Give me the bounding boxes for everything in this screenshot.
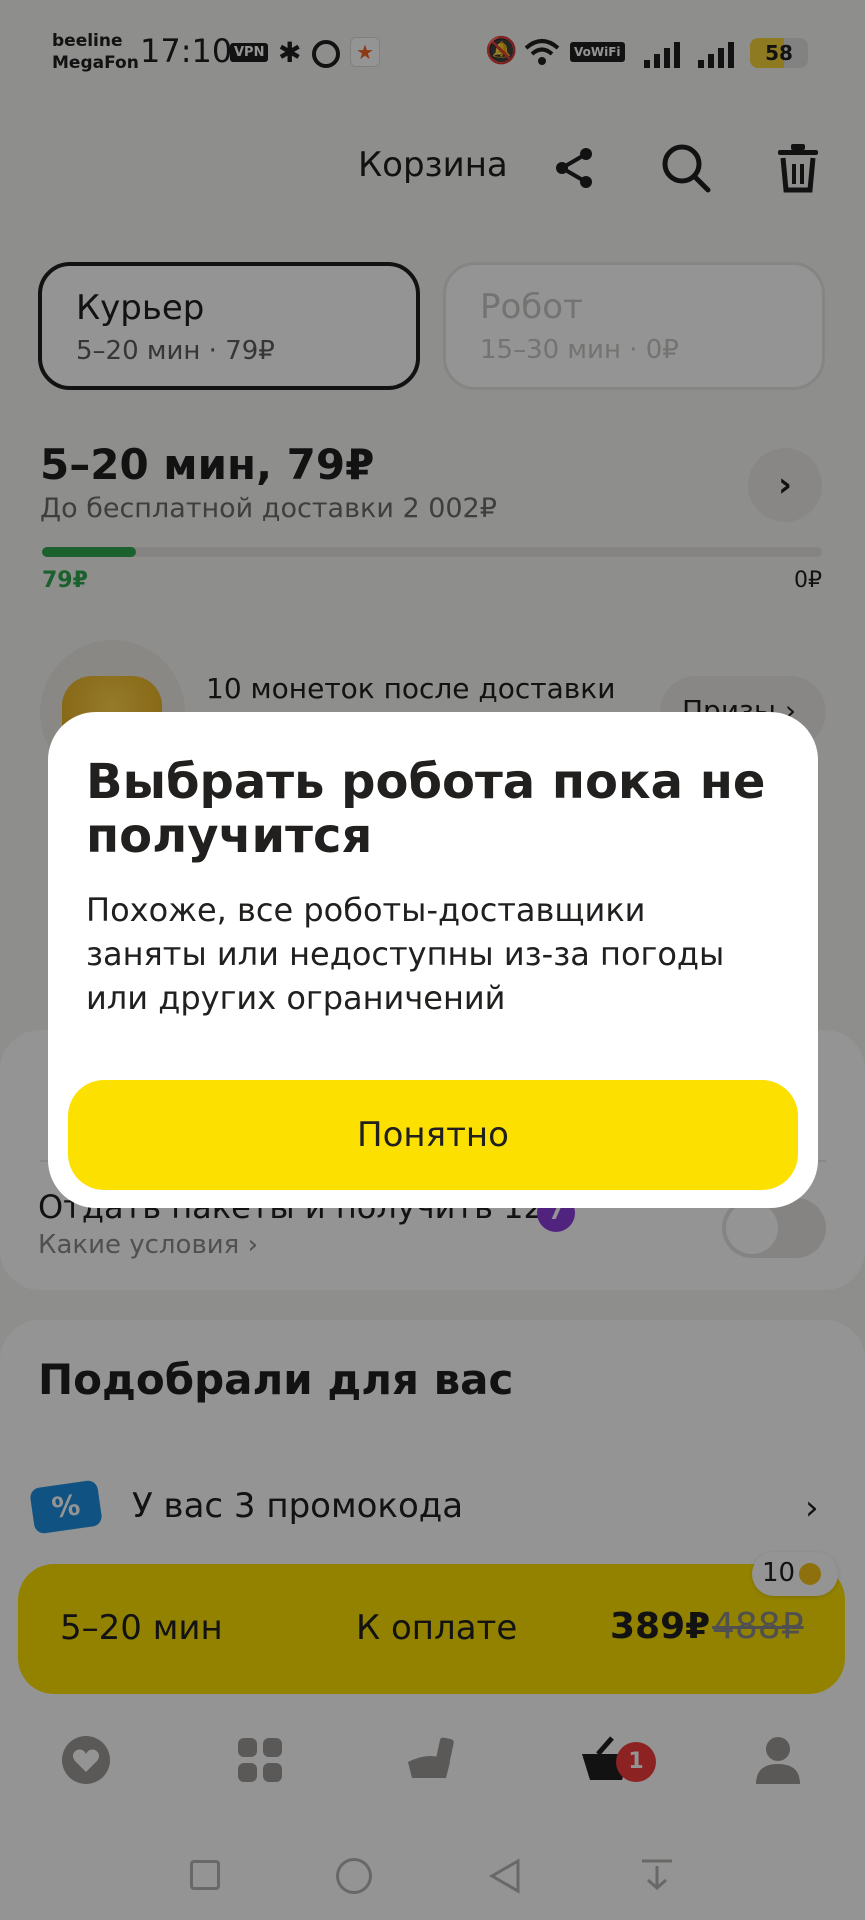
dialog-text: Похоже, все роботы-доставщики заняты или… (86, 891, 725, 1017)
dialog-title: Выбрать робота пока не получится (86, 754, 766, 864)
dialog-ok-button[interactable]: Понятно (68, 1080, 798, 1190)
